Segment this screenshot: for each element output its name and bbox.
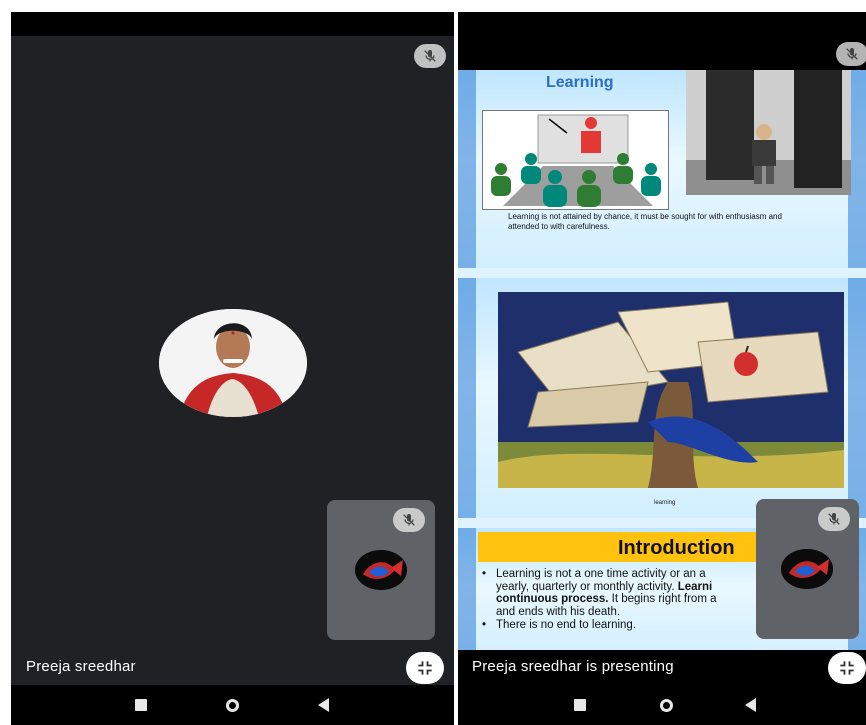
presenting-label: Preeja sreedhar is presenting [472,658,674,675]
exit-fullscreen-button[interactable] [406,652,444,684]
participant-name: Preeja sreedhar [26,658,136,675]
father-child-photo [686,70,851,195]
left-call-screen: Preeja sreedhar [11,12,454,725]
book-tree-illustration [498,292,844,488]
self-view-tile-right[interactable] [756,499,859,639]
bullet-item: Learning is not a one time activity or a… [482,568,792,618]
bullet-text: It begins right from a [608,593,717,605]
bullet-text: Learning is not a one time activity or a… [496,568,706,580]
slide-caption-small: learning [654,500,676,506]
self-mic-off-icon [818,507,850,531]
bullet-bold: continuous process. [496,593,609,605]
back-icon[interactable] [738,693,762,717]
mic-off-icon[interactable] [414,44,446,68]
home-icon[interactable] [654,693,678,717]
self-mic-off-icon [393,508,425,532]
slide-caption: Learning is not attained by chance, it m… [508,212,782,231]
exit-fullscreen-icon [840,661,854,675]
recents-icon[interactable] [568,693,592,717]
bullet-list: Learning is not a one time activity or a… [482,568,792,633]
back-icon[interactable] [311,693,335,717]
bullet-text: and ends with his death. [496,605,621,618]
status-bar-right [458,12,866,36]
bullet-bold: Learni [677,580,713,593]
exit-fullscreen-button-right[interactable] [828,652,866,684]
participant-avatar [159,309,307,417]
recents-icon[interactable] [129,693,153,717]
slide-title: Learning [546,74,614,91]
self-avatar [781,549,833,589]
self-avatar [355,550,407,590]
exit-fullscreen-icon [418,661,432,675]
right-call-screen: Learning Learning is not attained by cha… [458,12,866,725]
bullet-text: yearly, quarterly or monthly activity. [496,580,678,593]
bullet-item: There is no end to learning. [482,619,792,632]
status-bar [11,12,454,36]
home-icon[interactable] [220,693,244,717]
mic-off-icon-right[interactable] [836,42,866,66]
meeting-illustration [482,110,669,210]
title-banner: Introduction [478,532,768,562]
nav-bar-right [458,685,866,725]
slide-learning: Learning Learning is not attained by cha… [458,70,866,268]
slide-title: Introduction [618,537,735,559]
self-view-tile[interactable] [327,500,435,640]
slide-tree-of-books: learning [458,278,866,518]
nav-bar [11,685,454,725]
